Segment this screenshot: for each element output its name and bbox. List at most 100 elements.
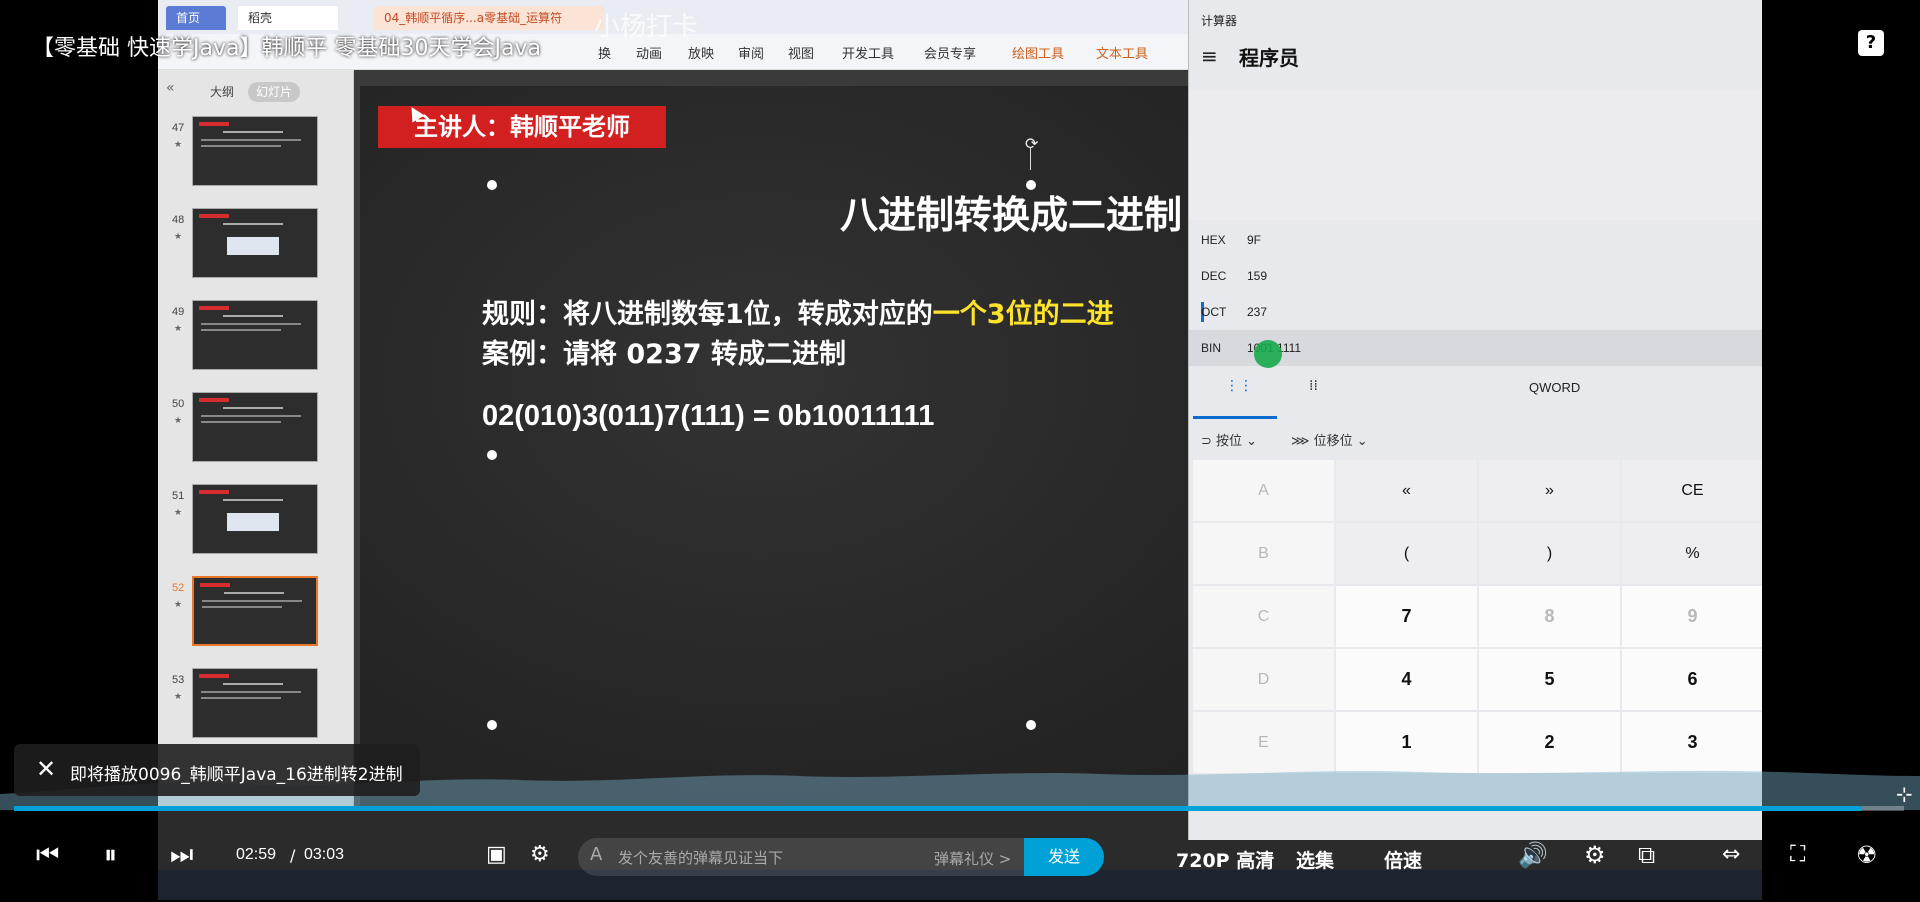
- send-button[interactable]: 发送: [1024, 838, 1104, 876]
- selection-handle: [487, 720, 497, 730]
- key-percent[interactable]: %: [1622, 523, 1762, 584]
- slide-thumbnail: 47 ★: [158, 116, 348, 198]
- star-icon: ★: [174, 324, 183, 334]
- video-player: 首页 稻壳 04_韩顺平循序...a零基础_运算符 换 动画 放映 审阅 视图 …: [0, 0, 1920, 902]
- bit-toggle-keypad-icon[interactable]: ⁞⁞: [1309, 378, 1318, 394]
- bitshift-label: 位移位: [1313, 434, 1353, 449]
- panel-tab-slides: 幻灯片: [248, 82, 301, 102]
- key-8[interactable]: 8: [1479, 586, 1620, 647]
- danmaku-box: A 弹幕礼仪 >: [578, 838, 1064, 876]
- key-9[interactable]: 9: [1622, 586, 1762, 647]
- help-icon[interactable]: ?: [1858, 30, 1884, 56]
- slide-thumbnail-panel: « 大纲 幻灯片 47 ★ 48 ★ 49 ★ 50 ★ 51 ★ 52 ★ 5…: [158, 70, 354, 810]
- slide-number: 52: [172, 582, 185, 594]
- bitwise-dropdown[interactable]: ⊃ 按位 ⌄: [1201, 430, 1257, 449]
- key-open-paren[interactable]: (: [1336, 523, 1477, 584]
- quality-button[interactable]: 720P 高清: [1176, 846, 1274, 873]
- selection-handle: [487, 450, 497, 460]
- slide-thumbnail: 51 ★: [158, 484, 348, 566]
- ribbon-item: 审阅: [738, 47, 765, 62]
- word-size-button[interactable]: QWORD: [1529, 380, 1580, 395]
- key-shift-left[interactable]: «: [1336, 460, 1477, 521]
- key-close-paren[interactable]: ): [1479, 523, 1620, 584]
- episodes-button[interactable]: 选集: [1296, 846, 1334, 873]
- base-label: DEC: [1201, 269, 1227, 283]
- close-icon[interactable]: ✕: [36, 756, 56, 782]
- progress-bar[interactable]: [14, 806, 1904, 811]
- star-icon: ★: [174, 140, 183, 150]
- progress-scrubber-icon[interactable]: ⊹: [1896, 782, 1913, 806]
- danmaku-etiquette-link[interactable]: 弹幕礼仪 >: [934, 848, 1011, 869]
- key-7[interactable]: 7: [1336, 586, 1477, 647]
- volume-icon[interactable]: 🔊: [1518, 840, 1548, 870]
- bitshift-icon: ⋙: [1291, 434, 1314, 449]
- slide-number: 47: [172, 122, 185, 134]
- key-4[interactable]: 4: [1336, 649, 1477, 710]
- slide-thumbnail: 53 ★: [158, 668, 348, 750]
- pause-icon[interactable]: ⏸: [104, 840, 117, 870]
- next-episode-toast[interactable]: ✕ 即将播放0096_韩顺平Java_16进制转2进制: [14, 744, 420, 796]
- star-icon: ★: [174, 508, 183, 518]
- key-5[interactable]: 5: [1479, 649, 1620, 710]
- base-hex[interactable]: HEX 9F: [1201, 222, 1761, 258]
- slide-number: 48: [172, 214, 185, 226]
- next-icon[interactable]: ⏭: [170, 840, 193, 870]
- danmaku-style-icon[interactable]: A: [590, 844, 602, 865]
- widescreen-icon[interactable]: ⇔: [1722, 840, 1740, 870]
- slide-case: 案例：请将 0237 转成二进制: [482, 339, 846, 370]
- key-shift-right[interactable]: »: [1479, 460, 1620, 521]
- calculator-title: 计算器: [1201, 14, 1238, 28]
- slide-rule: 规则：将八进制数每1位，转成对应的一个3位的二进: [482, 292, 1114, 331]
- ribbon-item: 绘图工具: [1012, 47, 1065, 62]
- hamburger-menu-icon[interactable]: ≡: [1201, 44, 1218, 68]
- ribbon-item: 会员专享: [924, 47, 977, 62]
- slide-thumbnail: 50 ★: [158, 392, 348, 474]
- key-b[interactable]: B: [1193, 523, 1334, 584]
- base-label: BIN: [1201, 341, 1222, 355]
- bitwise-label: 按位: [1216, 434, 1243, 449]
- ribbon-item: 文本工具: [1096, 47, 1149, 62]
- key-a[interactable]: A: [1193, 460, 1334, 521]
- key-d[interactable]: D: [1193, 649, 1334, 710]
- picture-in-picture-icon[interactable]: ⧉: [1638, 840, 1655, 870]
- wps-tab-daoke: 稻壳: [238, 6, 338, 30]
- slide-thumbnail: 48 ★: [158, 208, 348, 290]
- key-ce[interactable]: CE: [1622, 460, 1762, 521]
- key-6[interactable]: 6: [1622, 649, 1762, 710]
- danmaku-toggle-icon[interactable]: ▣: [486, 840, 507, 870]
- star-icon: ★: [174, 416, 183, 426]
- star-icon: ★: [174, 692, 183, 702]
- slide-thumbnail-active: 52 ★: [158, 576, 348, 658]
- speed-button[interactable]: 倍速: [1384, 846, 1422, 873]
- danmaku-settings-icon[interactable]: ⚙: [530, 840, 550, 870]
- rotate-handle-icon: ⟳: [1025, 134, 1039, 153]
- star-icon: ★: [174, 600, 183, 610]
- base-oct[interactable]: OCT 237: [1201, 294, 1761, 330]
- time-current: 02:59: [236, 846, 277, 863]
- video-title: 【零基础 快速学Java】韩顺平 零基础30天学会Java: [32, 36, 541, 61]
- fullscreen-icon[interactable]: ☢: [1856, 840, 1878, 870]
- slide-calculation: 02(010)3(011)7(111) = 0b10011111: [482, 400, 935, 432]
- rule-text: 规则：将八进制数每1位，转成对应的: [482, 299, 933, 330]
- bitshift-dropdown[interactable]: ⋙ 位移位 ⌄: [1291, 430, 1368, 449]
- base-value: 159: [1247, 269, 1268, 283]
- progress-fill: [14, 806, 1863, 811]
- control-bar: ⏮ ⏸ ⏭ 02:59 / 03:03 ▣ ⚙ A 弹幕礼仪 > 发送 720P…: [0, 824, 1920, 890]
- wps-tab-document: 04_韩顺平循序...a零基础_运算符: [374, 6, 604, 30]
- danmaku-input[interactable]: [618, 848, 898, 868]
- full-keypad-icon[interactable]: ⋮⋮: [1225, 378, 1253, 394]
- keypad-tabs: ⋮⋮ ⁞⁞ QWORD: [1189, 360, 1762, 420]
- key-c[interactable]: C: [1193, 586, 1334, 647]
- watermark: 小杨打卡: [594, 12, 699, 42]
- web-fullscreen-icon[interactable]: ⛶: [1790, 840, 1805, 870]
- base-value: 237: [1247, 305, 1268, 319]
- calculator-display: [1189, 90, 1762, 220]
- slide-thumbnail: 49 ★: [158, 300, 348, 382]
- time-separator: /: [290, 846, 296, 865]
- base-dec[interactable]: DEC 159: [1201, 258, 1761, 294]
- settings-icon[interactable]: ⚙: [1584, 840, 1606, 870]
- previous-icon[interactable]: ⏮: [36, 840, 59, 870]
- base-label: HEX: [1201, 233, 1226, 247]
- slide-title: 八进制转换成二进制: [840, 193, 1183, 237]
- selection-handle: [1026, 720, 1036, 730]
